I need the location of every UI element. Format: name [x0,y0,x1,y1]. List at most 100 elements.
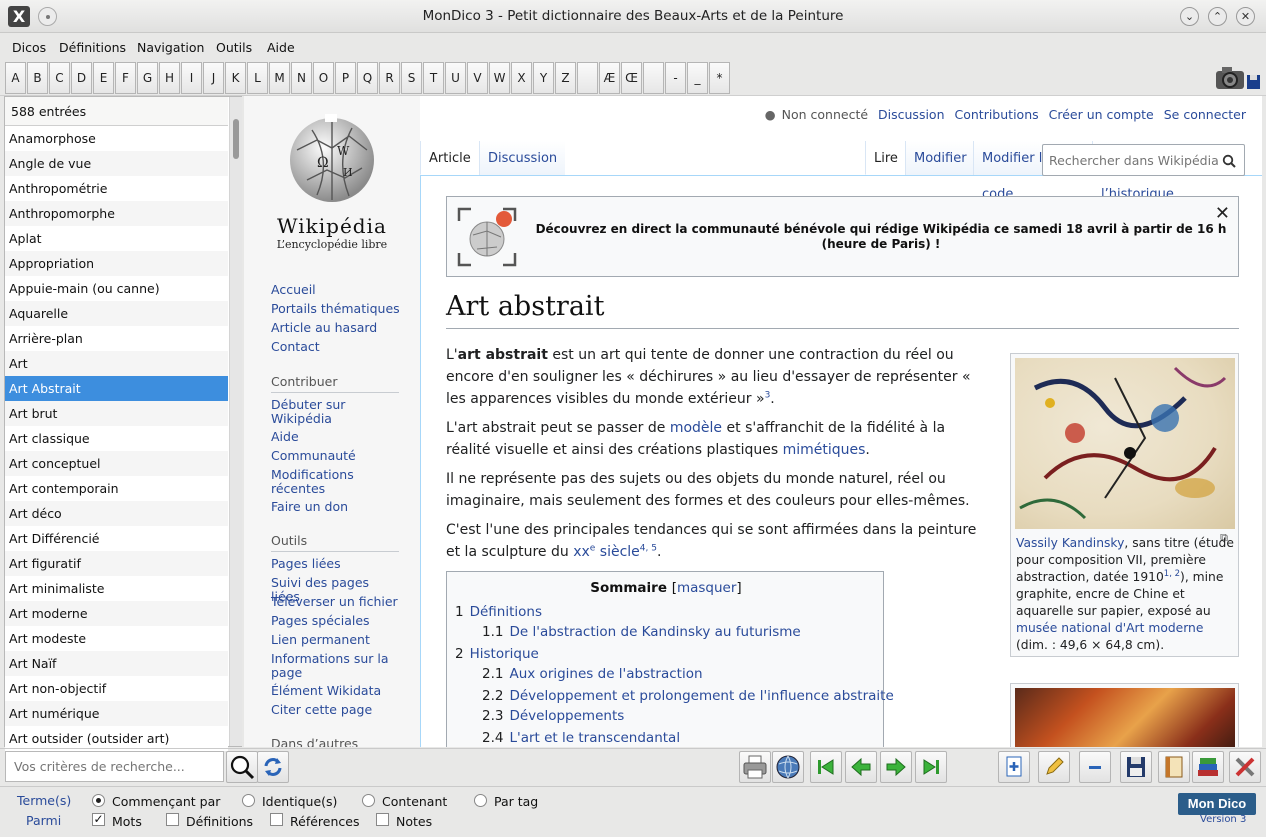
letter-button[interactable]: C [49,62,70,94]
scroll-thumb[interactable] [233,119,239,159]
list-item[interactable]: Arrière-plan [5,326,228,351]
menu-definitions[interactable]: Définitions [59,40,126,55]
toc-link[interactable]: De l'abstraction de Kandinsky au futuris… [509,624,800,640]
list-item[interactable]: Art Naïf [5,651,228,676]
toc-link[interactable]: Définitions [470,604,542,620]
wiki-nav-link[interactable]: Accueil [271,283,401,297]
first-icon[interactable] [810,751,842,783]
menu-navigation[interactable]: Navigation [137,40,204,55]
edit-pencil-icon[interactable] [1038,751,1070,783]
letter-button[interactable]: B [27,62,48,94]
letter-button[interactable]: M [269,62,290,94]
field-label[interactable]: Mots [112,814,142,829]
toc-link[interactable]: L'art et le transcendantal [509,730,680,746]
tab-discussion[interactable]: Discussion [479,141,565,175]
search-input[interactable] [6,752,221,781]
toc-link[interactable]: Développements [509,708,624,724]
link-kandinsky[interactable]: Vassily Kandinsky [1016,536,1124,550]
list-scrollbar[interactable] [229,97,242,746]
wiki-nav-link[interactable]: Contact [271,340,401,354]
wikipedia-logo[interactable]: Ω W И Wikipédia L’encyclopédie libre [274,110,390,251]
mode-label[interactable]: Contenant [382,794,447,809]
mode-label[interactable]: Commençant par [112,794,220,809]
mode-radio[interactable] [362,794,375,807]
book-icon[interactable] [1158,751,1190,783]
letter-button[interactable]: - [665,62,686,94]
list-item[interactable]: Art brut [5,401,228,426]
list-item[interactable]: Art minimaliste [5,576,228,601]
link-discussion-user[interactable]: Discussion [878,107,944,122]
letter-button[interactable]: Q [357,62,378,94]
list-item[interactable]: Art modeste [5,626,228,651]
search-icon[interactable] [1222,154,1236,168]
letter-button[interactable]: R [379,62,400,94]
list-item[interactable]: Art figuratif [5,551,228,576]
letter-button[interactable]: F [115,62,136,94]
letter-button[interactable]: H [159,62,180,94]
letter-button[interactable]: N [291,62,312,94]
link-modele[interactable]: modèle [670,420,722,436]
letter-button[interactable]: Y [533,62,554,94]
add-entry-icon[interactable] [998,751,1030,783]
letter-button[interactable]: Z [555,62,576,94]
menu-dicos[interactable]: Dicos [12,40,46,55]
dictionaries-icon[interactable] [1192,751,1224,783]
field-checkbox[interactable] [376,813,389,826]
list-item[interactable]: Art conceptuel [5,451,228,476]
letter-button[interactable]: D [71,62,92,94]
link-mnam[interactable]: musée national d'Art moderne [1016,621,1203,635]
toc-entry[interactable]: 2 Historique [455,646,539,662]
list-item[interactable]: Angle de vue [5,151,228,176]
letter-button[interactable]: A [5,62,26,94]
wiki-contribute-link[interactable]: Modifications récentes [271,468,401,496]
mode-label[interactable]: Par tag [494,794,538,809]
list-item[interactable]: Aquarelle [5,301,228,326]
wiki-tools-link[interactable]: Informations sur la page [271,652,401,680]
toc-link[interactable]: Développement et prolongement de l'influ… [509,688,893,704]
close-button[interactable]: ✕ [1236,7,1255,26]
list-item[interactable]: Art [5,351,228,376]
letter-button[interactable]: K [225,62,246,94]
next-icon[interactable] [880,751,912,783]
remove-icon[interactable] [1079,751,1111,783]
list-item[interactable]: Art non-objectif [5,676,228,701]
letter-button[interactable]: T [423,62,444,94]
globe-icon[interactable] [772,751,804,783]
letter-button[interactable]: U [445,62,466,94]
toc-entry[interactable]: 2.4 L'art et le transcendantal [482,730,680,746]
wiki-search-input[interactable] [1043,145,1218,175]
list-item[interactable]: Anamorphose [5,126,228,151]
list-item[interactable]: Art Différencié [5,526,228,551]
letter-button[interactable]: W [489,62,510,94]
letter-button[interactable]: J [203,62,224,94]
link-create-account[interactable]: Créer un compte [1049,107,1154,122]
search-icon[interactable] [226,751,258,783]
tab-article[interactable]: Article [420,141,479,175]
list-item[interactable]: Art classique [5,426,228,451]
kandinsky-image[interactable] [1015,358,1235,529]
letter-button[interactable]: G [137,62,158,94]
toc-link[interactable]: Historique [470,646,539,662]
tab-read[interactable]: Lire [865,141,905,175]
letter-button[interactable] [577,62,598,94]
p4-ref[interactable]: 4, 5 [640,543,657,553]
link-xxe-siecle[interactable]: xxe siècle [573,544,640,560]
list-item[interactable]: Art moderne [5,601,228,626]
toc-entry[interactable]: 2.2 Développement et prolongement de l'in… [482,688,894,704]
link-mimetiques[interactable]: mimétiques [783,442,866,458]
wiki-tools-link[interactable]: Lien permanent [271,633,401,647]
list-item[interactable]: Appuie-main (ou canne) [5,276,228,301]
mode-radio[interactable] [242,794,255,807]
wiki-tools-link[interactable]: Pages liées [271,557,401,571]
close-icon[interactable]: ✕ [1215,203,1230,224]
letter-button[interactable]: P [335,62,356,94]
letter-button[interactable]: O [313,62,334,94]
toc-entry[interactable]: 2.1 Aux origines de l'abstraction [482,666,703,682]
mode-radio[interactable] [92,794,105,807]
field-checkbox[interactable]: ✓ [92,813,105,826]
wiki-nav-link[interactable]: Article au hasard [271,321,401,335]
letter-button[interactable]: Œ [621,62,642,94]
wiki-contribute-link[interactable]: Aide [271,430,401,444]
field-checkbox[interactable] [270,813,283,826]
letter-button[interactable]: * [709,62,730,94]
